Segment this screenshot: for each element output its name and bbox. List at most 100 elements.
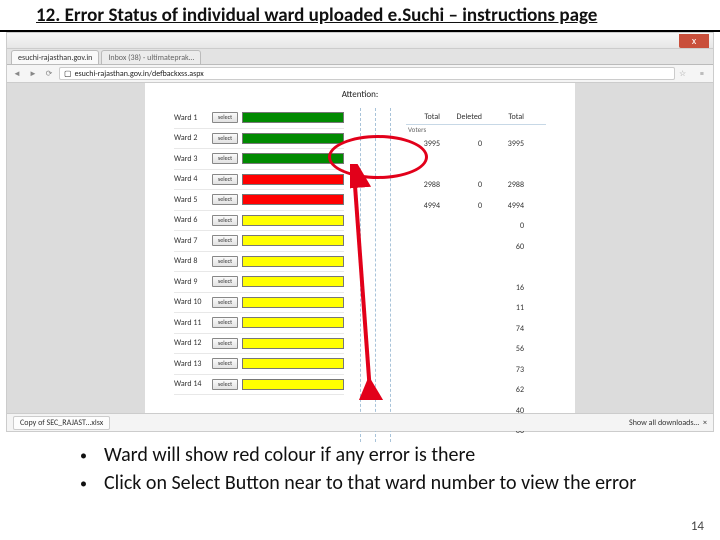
ward-select-button[interactable]: select xyxy=(212,133,238,144)
ward-status-bar xyxy=(242,133,344,144)
stats-c2: 0 xyxy=(448,139,482,149)
stats-c3: 60 xyxy=(490,242,524,252)
page-icon: ▢ xyxy=(64,69,72,79)
ward-status-bar xyxy=(242,276,344,287)
stats-row: 60 xyxy=(406,237,546,258)
stats-sub: Voters xyxy=(406,125,546,134)
ward-status-bar xyxy=(242,215,344,226)
ward-row: Ward 11select xyxy=(174,313,344,334)
ward-select-button[interactable]: select xyxy=(212,174,238,185)
ward-status-bar xyxy=(242,153,344,164)
ward-label: Ward 3 xyxy=(174,154,212,164)
wards-table-area: Ward 1selectWard 2selectWard 3selectWard… xyxy=(145,108,575,442)
ward-row: Ward 1select xyxy=(174,108,344,129)
ward-select-button[interactable]: select xyxy=(212,256,238,267)
stats-c1: 2988 xyxy=(406,180,440,190)
back-icon[interactable]: ◄ xyxy=(11,68,23,80)
stats-h1: Total xyxy=(406,112,440,122)
ward-label: Ward 8 xyxy=(174,256,212,266)
stats-row xyxy=(406,257,546,278)
ward-status-bar xyxy=(242,317,344,328)
ward-row: Ward 3select xyxy=(174,149,344,170)
stats-c3: 73 xyxy=(490,365,524,375)
stats-c1: 3995 xyxy=(406,139,440,149)
stats-c3: 16 xyxy=(490,283,524,293)
ward-select-button[interactable]: select xyxy=(212,317,238,328)
bullet-2: Click on Select Button near to that ward… xyxy=(104,471,690,496)
ward-select-button[interactable]: select xyxy=(212,235,238,246)
ward-select-button[interactable]: select xyxy=(212,194,238,205)
reload-icon[interactable]: ⟳ xyxy=(43,68,55,80)
stats-c2: 0 xyxy=(448,201,482,211)
url-text: esuchi-rajasthan.gov.in/defbackxss.aspx xyxy=(75,69,204,79)
ward-label: Ward 12 xyxy=(174,338,212,348)
attention-label: Attention: xyxy=(145,89,575,100)
ward-row: Ward 7select xyxy=(174,231,344,252)
ward-status-bar xyxy=(242,194,344,205)
stats-header: Total Deleted Total xyxy=(406,110,546,125)
page-viewport: Attention: Ward 1selectWard 2selectWard … xyxy=(7,83,713,413)
ward-status-bar xyxy=(242,297,344,308)
ward-select-button[interactable]: select xyxy=(212,112,238,123)
wards-column: Ward 1selectWard 2selectWard 3selectWard… xyxy=(174,108,344,442)
stats-c1: 4994 xyxy=(406,201,440,211)
ward-select-button[interactable]: select xyxy=(212,215,238,226)
forward-icon[interactable]: ► xyxy=(27,68,39,80)
ward-select-button[interactable]: select xyxy=(212,297,238,308)
ward-status-bar xyxy=(242,174,344,185)
ward-select-button[interactable]: select xyxy=(212,276,238,287)
ward-row: Ward 5select xyxy=(174,190,344,211)
slide-page-number: 14 xyxy=(691,519,704,534)
address-bar[interactable]: ▢ esuchi-rajasthan.gov.in/defbackxss.asp… xyxy=(59,67,675,80)
stats-c3: 2988 xyxy=(490,180,524,190)
ward-row: Ward 6select xyxy=(174,211,344,232)
separator-column xyxy=(350,108,400,442)
stats-c3: 62 xyxy=(490,385,524,395)
ward-status-bar xyxy=(242,338,344,349)
stats-row: 56 xyxy=(406,339,546,360)
browser-window: x esuchi-rajasthan.gov.in Inbox (38) - u… xyxy=(6,32,714,432)
bullet-1: Ward will show red colour if any error i… xyxy=(104,443,690,468)
download-chip[interactable]: Copy of SEC_RAJAST…xlsx xyxy=(13,416,110,430)
ward-row: Ward 13select xyxy=(174,354,344,375)
ward-label: Ward 9 xyxy=(174,277,212,287)
page-content: Attention: Ward 1selectWard 2selectWard … xyxy=(145,83,575,413)
ward-select-button[interactable]: select xyxy=(212,358,238,369)
ward-select-button[interactable]: select xyxy=(212,338,238,349)
browser-titlebar: x xyxy=(7,33,713,49)
ward-label: Ward 1 xyxy=(174,113,212,123)
ward-select-button[interactable]: select xyxy=(212,379,238,390)
download-show-all[interactable]: Show all downloads… xyxy=(629,418,699,428)
stats-row: 2988 0 2988 xyxy=(406,175,546,196)
browser-tab-1[interactable]: esuchi-rajasthan.gov.in xyxy=(11,50,99,64)
browser-tabs: esuchi-rajasthan.gov.in Inbox (38) - ult… xyxy=(7,49,713,65)
stats-c2: 0 xyxy=(448,180,482,190)
stats-c3: 4994 xyxy=(490,201,524,211)
window-close-button[interactable]: x xyxy=(679,34,709,48)
ward-label: Ward 14 xyxy=(174,379,212,389)
chrome-menu-icon[interactable]: ≡ xyxy=(695,69,709,79)
ward-status-bar xyxy=(242,256,344,267)
stats-c3: 56 xyxy=(490,344,524,354)
stats-row: 399503995 xyxy=(406,134,546,155)
stats-row: 74 xyxy=(406,319,546,340)
ward-label: Ward 13 xyxy=(174,359,212,369)
ward-row: Ward 10select xyxy=(174,293,344,314)
ward-label: Ward 10 xyxy=(174,297,212,307)
stats-h2: Deleted xyxy=(448,112,482,122)
slide-title: 12. Error Status of individual ward uplo… xyxy=(0,0,720,32)
ward-label: Ward 2 xyxy=(174,133,212,143)
bookmark-star-icon[interactable]: ☆ xyxy=(679,69,691,79)
browser-tab-2[interactable]: Inbox (38) - ultimateprak… xyxy=(101,50,201,64)
stats-c3: 0 xyxy=(490,221,524,231)
stats-h3: Total xyxy=(490,112,524,122)
ward-status-bar xyxy=(242,379,344,390)
ward-row: Ward 12select xyxy=(174,334,344,355)
ward-select-button[interactable]: select xyxy=(212,153,238,164)
stats-row: 0 xyxy=(406,216,546,237)
bullet-list: Ward will show red colour if any error i… xyxy=(60,443,690,499)
stats-row: 16 xyxy=(406,278,546,299)
stats-c3: 74 xyxy=(490,324,524,334)
stats-column: Total Deleted Total Voters 3995039952988… xyxy=(406,108,546,442)
download-close-icon[interactable]: × xyxy=(703,418,707,428)
